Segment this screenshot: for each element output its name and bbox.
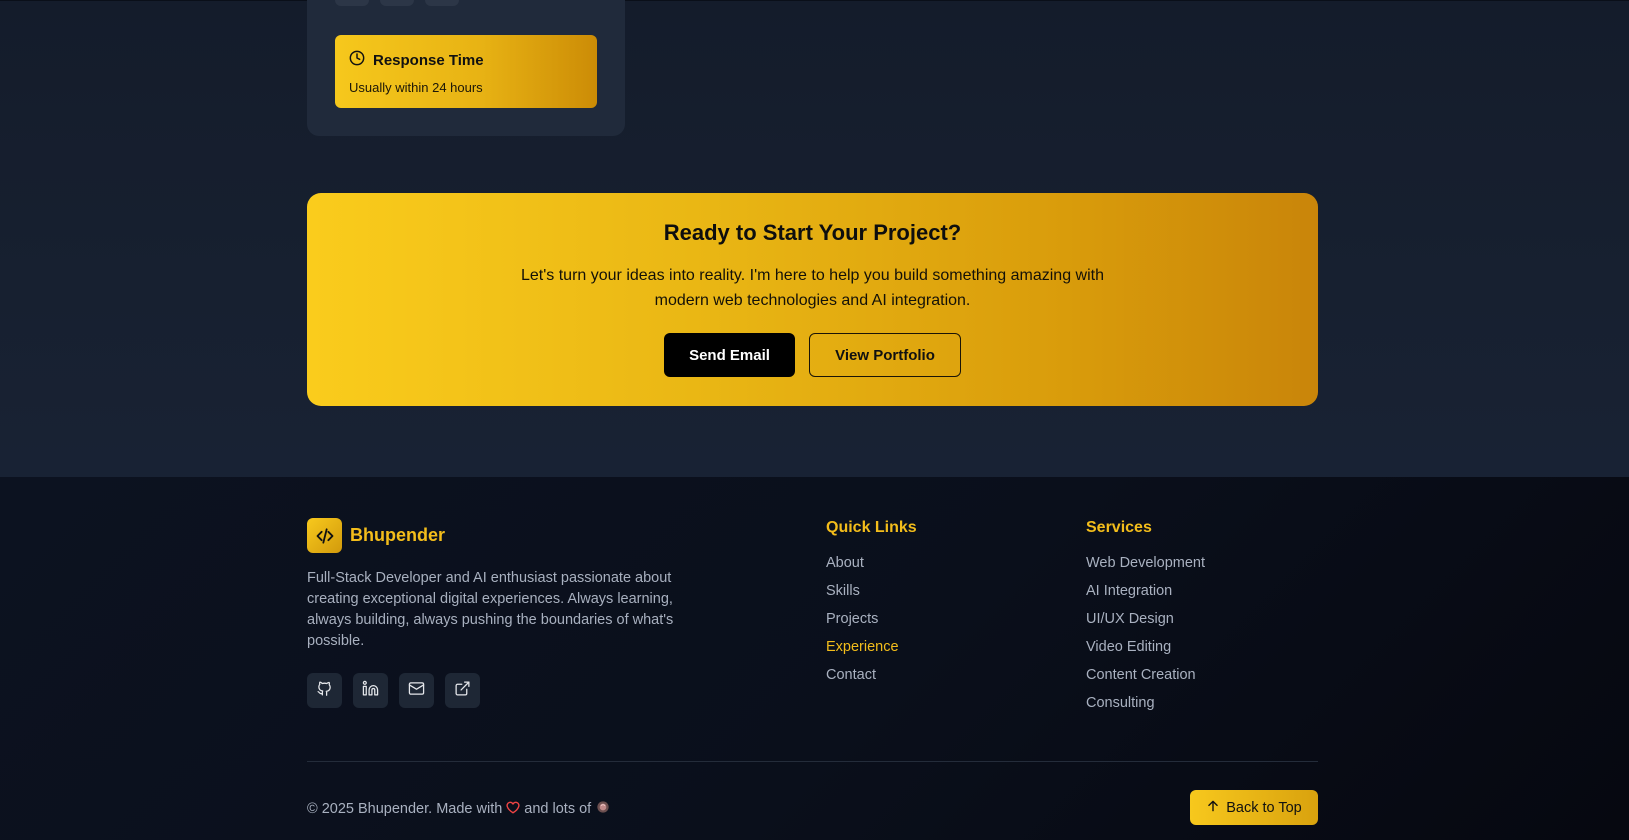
- external-link[interactable]: [445, 673, 480, 708]
- service-content-creation[interactable]: Content Creation: [1086, 666, 1205, 694]
- linkedin-icon: [362, 680, 379, 702]
- back-to-top-button[interactable]: Back to Top: [1190, 790, 1318, 825]
- copyright: © 2025 Bhupender. Made with and lots of: [307, 799, 611, 819]
- send-email-button[interactable]: Send Email: [664, 333, 795, 377]
- contact-social-button[interactable]: [335, 0, 369, 6]
- coffee-icon: [595, 799, 611, 819]
- quick-link-skills[interactable]: Skills: [826, 582, 917, 610]
- cta-title: Ready to Start Your Project?: [663, 220, 962, 245]
- response-time-box: Response Time Usually within 24 hours: [335, 35, 597, 108]
- section-edge: [0, 0, 1629, 1]
- service-consulting[interactable]: Consulting: [1086, 694, 1205, 722]
- github-link[interactable]: [307, 673, 342, 708]
- clock-icon: [349, 50, 365, 71]
- contact-info-card: Response Time Usually within 24 hours: [307, 0, 625, 136]
- service-video-editing[interactable]: Video Editing: [1086, 638, 1205, 666]
- service-ai-integration[interactable]: AI Integration: [1086, 582, 1205, 610]
- external-link-icon: [454, 680, 471, 702]
- quick-links-column: Quick Links About Skills Projects Experi…: [826, 519, 917, 694]
- service-web-development[interactable]: Web Development: [1086, 554, 1205, 582]
- quick-link-about[interactable]: About: [826, 554, 917, 582]
- copyright-middle: and lots of: [524, 801, 592, 817]
- arrow-up-icon: [1206, 799, 1220, 817]
- contact-social-button[interactable]: [380, 0, 414, 6]
- view-portfolio-button[interactable]: View Portfolio: [809, 333, 961, 377]
- github-icon: [316, 680, 333, 702]
- response-time-title: Response Time: [373, 52, 484, 69]
- footer-social-links: [307, 673, 480, 708]
- copyright-prefix: © 2025 Bhupender. Made with: [307, 801, 503, 817]
- response-time-text: Usually within 24 hours: [349, 80, 483, 95]
- footer-brand[interactable]: Bhupender: [307, 518, 445, 553]
- quick-link-contact[interactable]: Contact: [826, 666, 917, 694]
- quick-links-title: Quick Links: [826, 519, 917, 536]
- services-column: Services Web Development AI Integration …: [1086, 519, 1205, 722]
- footer-about-text: Full-Stack Developer and AI enthusiast p…: [307, 570, 674, 649]
- quick-link-experience[interactable]: Experience: [826, 638, 917, 666]
- cta-banner: Ready to Start Your Project? Let's turn …: [307, 193, 1318, 406]
- mail-icon: [408, 680, 425, 702]
- cta-text: Let's turn your ideas into reality. I'm …: [520, 267, 1104, 309]
- email-link[interactable]: [399, 673, 434, 708]
- linkedin-link[interactable]: [353, 673, 388, 708]
- site-footer: Bhupender Full-Stack Developer and AI en…: [0, 477, 1629, 840]
- contact-section: Response Time Usually within 24 hours Re…: [0, 0, 1629, 477]
- service-ui-ux-design[interactable]: UI/UX Design: [1086, 610, 1205, 638]
- brand-name: Bhupender: [350, 525, 446, 545]
- contact-social-button[interactable]: [425, 0, 459, 6]
- footer-divider: [307, 761, 1318, 762]
- quick-link-projects[interactable]: Projects: [826, 610, 917, 638]
- code-icon: [307, 518, 342, 553]
- services-title: Services: [1086, 519, 1152, 536]
- back-to-top-label: Back to Top: [1226, 799, 1302, 816]
- heart-icon: [506, 801, 520, 818]
